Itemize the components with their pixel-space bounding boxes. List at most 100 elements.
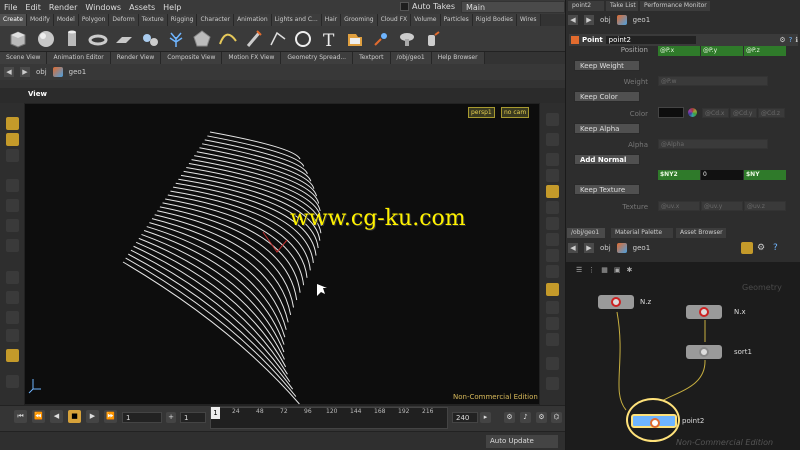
rotate-tool-icon[interactable] xyxy=(6,199,19,212)
menu-render[interactable]: Render xyxy=(45,3,81,12)
normal-x-field[interactable]: $NY2 xyxy=(658,170,700,180)
path-geo[interactable]: geo1 xyxy=(69,68,87,76)
shelf-tab-create[interactable]: Create xyxy=(0,14,27,26)
draw-curve-tool-icon[interactable] xyxy=(244,29,264,49)
color-g-field[interactable]: @Cd.y xyxy=(730,108,757,118)
grid-tool-icon[interactable] xyxy=(114,29,134,49)
menu-help[interactable]: Help xyxy=(159,3,185,12)
auto-takes-toggle[interactable]: Auto Takes xyxy=(400,2,455,11)
magnet-tool-icon[interactable] xyxy=(6,271,19,284)
shelf-tab-deform[interactable]: Deform xyxy=(109,14,139,26)
play-icon[interactable]: ▶ xyxy=(86,410,99,423)
weight-mode-menu[interactable]: Keep Weight xyxy=(574,60,640,71)
move-tool-icon[interactable] xyxy=(6,179,19,192)
viewport-3d[interactable] xyxy=(24,103,540,405)
tab-render-view[interactable]: Render View xyxy=(110,52,162,64)
font-tool-icon[interactable]: T xyxy=(319,29,339,49)
pose-tool-icon[interactable] xyxy=(6,149,19,162)
normal-mode-menu[interactable]: Add Normal xyxy=(574,154,640,165)
tab-take-list[interactable]: Take List xyxy=(606,1,638,11)
shading-icon[interactable] xyxy=(546,169,559,182)
node-sort1[interactable] xyxy=(686,345,722,359)
platonic-tool-icon[interactable] xyxy=(192,29,212,49)
list-icon[interactable]: ☰ xyxy=(576,266,582,274)
position-x-field[interactable]: @P.x xyxy=(658,46,700,56)
alpha-field[interactable]: @Alpha xyxy=(658,139,768,149)
tab-obj-geo1[interactable]: /obj/geo1 xyxy=(390,52,432,64)
shelf-tab-rigging[interactable]: Rigging xyxy=(167,14,198,26)
back-arrow-icon[interactable]: ◀ xyxy=(4,67,14,77)
path-obj[interactable]: obj xyxy=(600,16,611,24)
path-geo[interactable]: geo1 xyxy=(633,244,651,252)
display-points-icon[interactable] xyxy=(546,185,559,198)
info-icon[interactable]: ℹ xyxy=(795,36,798,44)
tab-material-palette[interactable]: Material Palette xyxy=(611,228,673,238)
curve-tool-icon[interactable] xyxy=(218,29,238,49)
tube-tool-icon[interactable] xyxy=(62,29,82,49)
circle-tool-icon[interactable] xyxy=(293,29,313,49)
vertex-icon[interactable] xyxy=(546,249,559,262)
gear-icon[interactable]: ⚙ xyxy=(757,243,765,253)
path-obj[interactable]: obj xyxy=(600,244,611,252)
auto-update-menu[interactable]: Auto Update xyxy=(486,435,558,448)
render-region-icon[interactable] xyxy=(6,375,19,388)
grid-icon[interactable]: ▦ xyxy=(601,266,608,274)
texture-v-field[interactable]: @uv.y xyxy=(701,201,743,211)
shelf-tab-polygon[interactable]: Polygon xyxy=(78,14,110,26)
forward-arrow-icon[interactable]: ▶ xyxy=(584,243,594,253)
play-reverse-icon[interactable]: ◀ xyxy=(50,410,63,423)
position-z-field[interactable]: @P.z xyxy=(744,46,786,56)
step-forward-icon[interactable]: ⏩ xyxy=(104,410,117,423)
start-frame-field[interactable]: 1 xyxy=(122,412,162,423)
current-frame-marker[interactable]: 1 xyxy=(211,407,220,419)
step-back-icon[interactable]: ⏪ xyxy=(32,410,45,423)
increment-icon[interactable]: + xyxy=(166,412,176,423)
tab-point2[interactable]: point2 xyxy=(568,1,604,11)
star-icon[interactable]: ✱ xyxy=(627,266,633,274)
tab-animation-editor[interactable]: Animation Editor xyxy=(47,52,111,64)
forward-arrow-icon[interactable]: ▶ xyxy=(584,15,594,25)
snap-tool-icon[interactable] xyxy=(6,291,19,304)
node-nx[interactable] xyxy=(686,305,722,319)
tab-obj-geo1[interactable]: /obj/geo1 xyxy=(567,228,605,238)
range-menu-icon[interactable]: ▸ xyxy=(480,412,491,423)
box-tool-icon[interactable] xyxy=(8,29,28,49)
tab-asset-browser[interactable]: Asset Browser xyxy=(676,228,726,238)
forward-arrow-icon[interactable]: ▶ xyxy=(20,67,30,77)
shelf-tab-lights[interactable]: Lights and C... xyxy=(271,14,322,26)
menu-file[interactable]: File xyxy=(0,3,21,12)
color-wheel-icon[interactable] xyxy=(688,108,697,117)
tab-geometry-spreadsheet[interactable]: Geometry Spread... xyxy=(281,52,354,64)
color-mode-menu[interactable]: Keep Color xyxy=(574,91,640,102)
spray-can-tool-icon[interactable] xyxy=(422,29,442,49)
grid-display-icon[interactable] xyxy=(546,317,559,330)
background-icon[interactable] xyxy=(546,333,559,346)
sound-icon[interactable]: ♪ xyxy=(520,412,531,423)
shelf-tab-wires[interactable]: Wires xyxy=(516,14,541,26)
position-y-field[interactable]: @P.y xyxy=(701,46,743,56)
back-arrow-icon[interactable]: ◀ xyxy=(568,15,578,25)
view-tool-icon[interactable] xyxy=(6,133,19,146)
null-tool-icon[interactable] xyxy=(140,29,160,49)
realtime-icon[interactable]: ⚙ xyxy=(504,412,515,423)
node-nz[interactable] xyxy=(598,295,634,309)
takes-dropdown[interactable]: Main xyxy=(461,1,565,13)
tab-performance-monitor[interactable]: Performance Monitor xyxy=(640,1,710,11)
help-icon[interactable]: ? xyxy=(773,243,778,253)
network-lock-icon[interactable] xyxy=(741,242,753,254)
tab-composite-view[interactable]: Composite View xyxy=(161,52,223,64)
shelf-tab-cloud-fx[interactable]: Cloud FX xyxy=(377,14,412,26)
shelf-tab-model[interactable]: Model xyxy=(53,14,79,26)
texture-w-field[interactable]: @uv.z xyxy=(744,201,786,211)
path-obj[interactable]: obj xyxy=(36,68,47,76)
tab-help-browser[interactable]: Help Browser xyxy=(431,52,485,64)
keys-icon[interactable]: ⌬ xyxy=(551,412,562,423)
lock-icon[interactable] xyxy=(546,113,559,126)
tab-scene-view[interactable]: Scene View xyxy=(0,52,48,64)
node-point2[interactable] xyxy=(631,414,677,428)
normal-z-field[interactable]: $NY xyxy=(744,170,786,180)
auto-takes-checkbox[interactable] xyxy=(400,2,409,11)
light-bulb-icon[interactable] xyxy=(546,153,559,166)
path-geo[interactable]: geo1 xyxy=(633,16,651,24)
global-settings-icon[interactable]: ⚙ xyxy=(536,412,547,423)
